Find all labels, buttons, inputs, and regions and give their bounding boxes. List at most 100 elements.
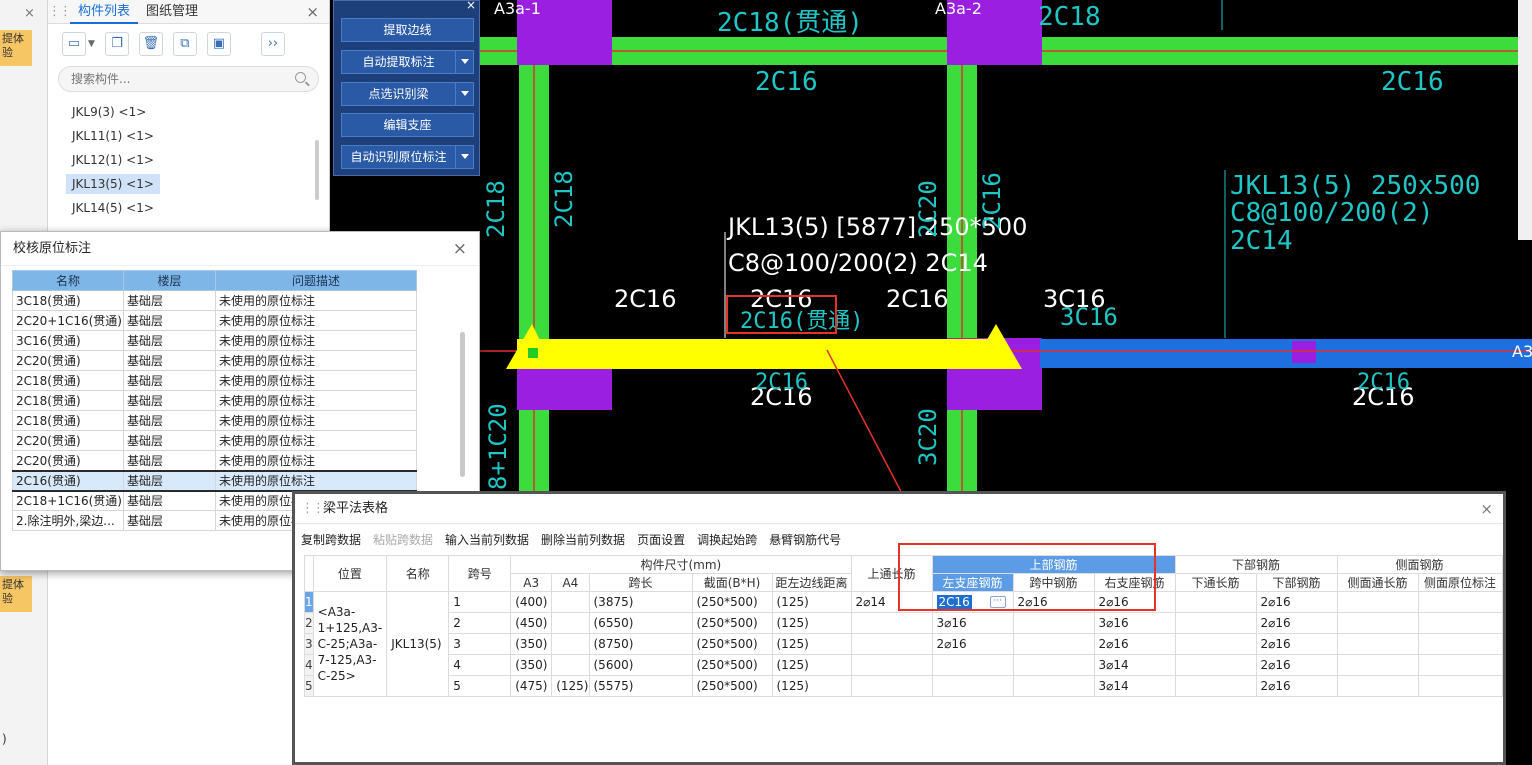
copy-span-data-button[interactable]: 复制跨数据 bbox=[301, 531, 361, 548]
name-cell[interactable]: JKL13(5) bbox=[386, 591, 450, 697]
save-icon[interactable]: ▣ bbox=[206, 32, 231, 56]
delete-icon[interactable]: 🗑 bbox=[138, 32, 163, 56]
experience-badge[interactable]: 提体验 bbox=[0, 30, 32, 66]
list-item-selected[interactable]: JKL13(5) <1> bbox=[48, 172, 329, 196]
chevron-down-icon[interactable] bbox=[461, 59, 469, 64]
input-column-data-button[interactable]: 输入当前列数据 bbox=[445, 531, 529, 548]
list-item[interactable]: JKL14(5) <1> bbox=[48, 196, 329, 220]
column-header[interactable]: 侧面原位标注 bbox=[1417, 573, 1503, 592]
cad-text: 2C14 bbox=[1230, 226, 1293, 256]
column-header[interactable]: 问题描述 bbox=[215, 270, 417, 291]
column-header[interactable]: 位置 bbox=[312, 555, 388, 592]
table-row[interactable]: 2C20(贯通) 基础层 未使用的原位标注 bbox=[12, 350, 417, 371]
paste-span-data-button[interactable]: 粘贴跨数据 bbox=[373, 531, 433, 548]
cad-text: 2C16 bbox=[1381, 67, 1444, 97]
column-group-header: 侧面钢筋 bbox=[1336, 555, 1503, 574]
cantilever-code-button[interactable]: 悬臂钢筋代号 bbox=[769, 531, 841, 548]
top-rebar-highlight bbox=[898, 543, 1156, 611]
cad-text: 2C18 bbox=[550, 170, 578, 228]
tab-drawing-management[interactable]: 图纸管理 bbox=[138, 0, 206, 24]
column-header[interactable]: A4 bbox=[551, 573, 590, 592]
component-list: JKL9(3) <1> JKL11(1) <1> JKL12(1) <1> JK… bbox=[48, 100, 329, 220]
column-group-header: 构件尺寸(mm) bbox=[510, 555, 852, 574]
close-icon[interactable]: × bbox=[453, 239, 467, 259]
list-item[interactable]: JKL11(1) <1> bbox=[48, 124, 329, 148]
list-item[interactable]: JKL9(3) <1> bbox=[48, 100, 329, 124]
edit-support-button[interactable]: 编辑支座 bbox=[341, 113, 474, 137]
list-item[interactable]: JKL12(1) <1> bbox=[48, 148, 329, 172]
close-icon[interactable]: × bbox=[466, 0, 476, 12]
column-header[interactable]: 下通长筋 bbox=[1174, 573, 1257, 592]
position-cell[interactable]: <A3a-1+125,A3-C-25;A3a-7-125,A3-C-25> bbox=[312, 591, 388, 697]
cad-text: 2C18(贯通) bbox=[717, 8, 863, 38]
cad-text: C8@100/200(2) bbox=[1230, 198, 1434, 228]
beam-blue-right bbox=[1040, 339, 1532, 368]
dialog-scrollbar[interactable] bbox=[460, 332, 465, 477]
more-icon[interactable]: ›› bbox=[260, 32, 285, 56]
swap-start-span-button[interactable]: 调换起始跨 bbox=[697, 531, 757, 548]
column-header[interactable]: 距左边线距离 bbox=[771, 573, 852, 592]
list-scrollbar[interactable] bbox=[315, 140, 319, 200]
table-row[interactable]: 4 4 (350) (5600) (250*500) (125) 3⌀14 2⌀… bbox=[304, 654, 1503, 676]
page-setup-button[interactable]: 页面设置 bbox=[637, 531, 685, 548]
search-icon[interactable] bbox=[295, 72, 306, 83]
beam-label-stirrup[interactable]: C8@100/200(2) 2C14 bbox=[728, 249, 988, 277]
column-header[interactable]: 侧面通长筋 bbox=[1336, 573, 1419, 592]
column-group-header: 下部钢筋 bbox=[1174, 555, 1338, 574]
extract-edge-button[interactable]: 提取边线 bbox=[341, 18, 474, 42]
search-input[interactable] bbox=[59, 67, 279, 91]
grip-point bbox=[528, 348, 538, 358]
rebar-label[interactable]: 2C16 bbox=[614, 285, 677, 313]
table-row-selected[interactable]: 2C16(贯通) 基础层 未使用的原位标注 bbox=[12, 469, 417, 492]
beam-table-window: ⋮⋮ 梁平法表格 × 复制跨数据 粘贴跨数据 输入当前列数据 删除当前列数据 页… bbox=[292, 491, 1506, 765]
table-row[interactable]: 2C18(贯通) 基础层 未使用的原位标注 bbox=[12, 370, 417, 391]
tab-component-list[interactable]: 构件列表 bbox=[70, 0, 139, 24]
cad-text: 2C16 bbox=[755, 370, 808, 395]
copy-icon[interactable]: ❐ bbox=[104, 32, 129, 56]
column-header[interactable]: A3 bbox=[510, 573, 553, 592]
column-header[interactable]: 名称 bbox=[12, 270, 124, 291]
drag-handle-icon[interactable]: ⋮⋮ bbox=[48, 4, 72, 19]
rebar-label[interactable]: 2C16 bbox=[886, 285, 949, 313]
search-box bbox=[58, 66, 319, 92]
component-toolbar: ▭ ▼ ❐ 🗑 ⧉ ▣ ›› bbox=[48, 24, 329, 64]
auto-identify-inplace-button[interactable]: 自动识别原位标注 bbox=[341, 145, 474, 169]
cad-text: JKL13(5) 250x500 bbox=[1230, 171, 1481, 201]
table-row[interactable]: 2C18(贯通) 基础层 未使用的原位标注 bbox=[12, 410, 417, 431]
column-header[interactable]: 楼层 bbox=[123, 270, 216, 291]
cad-command-panel: × 提取边线 自动提取标注 点选识别梁 编辑支座 自动识别原位标注 bbox=[333, 0, 480, 176]
delete-column-data-button[interactable]: 删除当前列数据 bbox=[541, 531, 625, 548]
table-row[interactable]: 5 5 (475) (125) (5575) (250*500) (125) 3… bbox=[304, 675, 1503, 697]
close-icon[interactable]: × bbox=[1480, 494, 1493, 524]
cad-text: 2C18 bbox=[1038, 2, 1101, 32]
table-row[interactable]: 2C20+1C16(贯通) 基础层 未使用的原位标注 bbox=[12, 310, 417, 331]
new-component-icon[interactable]: ▭ bbox=[62, 32, 86, 56]
table-row[interactable]: 3 3 (350) (8750) (250*500) (125) 2⌀16 2⌀… bbox=[304, 633, 1503, 655]
table-row[interactable]: 2C20(贯通) 基础层 未使用的原位标注 bbox=[12, 450, 417, 471]
cad-right-toolbar bbox=[1518, 0, 1532, 240]
column-header[interactable]: 名称 bbox=[386, 555, 450, 592]
cad-text: 8+1C20 bbox=[484, 403, 512, 490]
table-row[interactable]: 2 2 (450) (6550) (250*500) (125) 3⌀16 3⌀… bbox=[304, 612, 1503, 634]
chevron-down-icon[interactable]: ▼ bbox=[88, 39, 95, 49]
column-header[interactable]: 截面(B*H) bbox=[691, 573, 773, 592]
column-header[interactable]: 跨号 bbox=[448, 555, 512, 592]
duplicate-icon[interactable]: ⧉ bbox=[172, 32, 197, 56]
chevron-down-icon[interactable] bbox=[461, 91, 469, 96]
column-bottom-left bbox=[517, 366, 612, 410]
close-icon[interactable]: × bbox=[306, 3, 319, 21]
table-row[interactable]: 2C18(贯通) 基础层 未使用的原位标注 bbox=[12, 390, 417, 411]
pick-identify-beam-button[interactable]: 点选识别梁 bbox=[341, 82, 474, 106]
cad-text: 2C16 bbox=[755, 67, 818, 97]
column-header[interactable]: 下部钢筋 bbox=[1255, 573, 1338, 592]
chevron-down-icon[interactable] bbox=[461, 154, 469, 159]
auto-extract-annotation-button[interactable]: 自动提取标注 bbox=[341, 50, 474, 74]
cad-text: 2C18 bbox=[482, 180, 510, 238]
column-header[interactable]: 跨长 bbox=[588, 573, 693, 592]
table-row[interactable]: 2C20(贯通) 基础层 未使用的原位标注 bbox=[12, 430, 417, 451]
table-row[interactable]: 3C18(贯通) 基础层 未使用的原位标注 bbox=[12, 290, 417, 311]
drag-handle-icon[interactable]: ⋮⋮ bbox=[301, 494, 325, 524]
close-icon[interactable]: × bbox=[24, 6, 35, 21]
experience-badge[interactable]: 提体验 bbox=[0, 576, 32, 612]
table-row[interactable]: 3C16(贯通) 基础层 未使用的原位标注 bbox=[12, 330, 417, 351]
